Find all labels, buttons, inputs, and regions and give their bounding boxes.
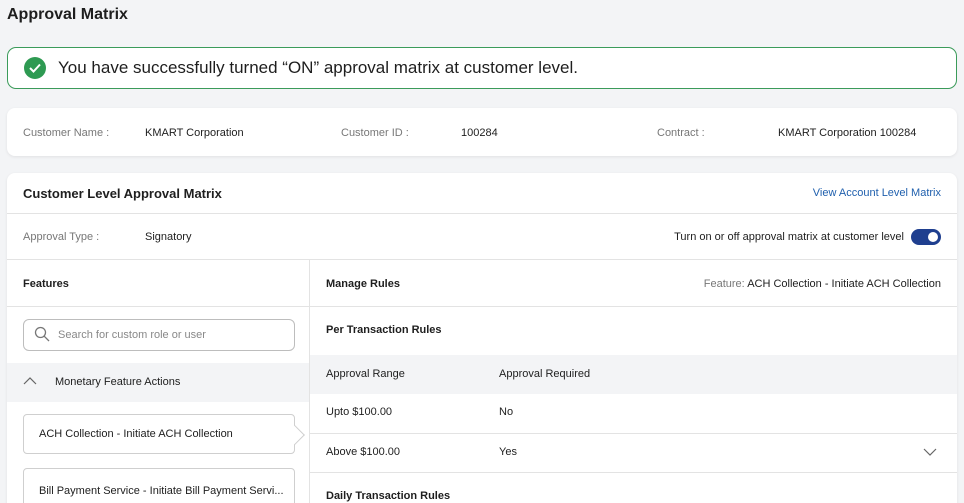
rule-required: No	[499, 406, 514, 418]
page-title: Approval Matrix	[7, 6, 128, 23]
feature-group-label: Monetary Feature Actions	[55, 376, 181, 388]
search-input[interactable]: Search for custom role or user	[23, 319, 295, 351]
contract-value: KMART Corporation 100284	[778, 127, 917, 139]
column-approval-range: Approval Range	[326, 368, 405, 380]
customer-id-value: 100284	[461, 127, 498, 139]
rule-range: Above $100.00	[326, 446, 401, 458]
approval-type-value: Signatory	[145, 231, 192, 243]
rule-required: Yes	[499, 446, 517, 458]
contract-label: Contract :	[657, 127, 705, 139]
feature-item-bill-payment[interactable]: Bill Payment Service - Initiate Bill Pay…	[23, 468, 295, 503]
toast-message: You have successfully turned “ON” approv…	[58, 58, 578, 77]
check-circle-icon	[24, 57, 46, 79]
rule-range: Upto $100.00	[326, 406, 393, 418]
rules-table-header: Approval Range Approval Required	[310, 355, 957, 394]
per-transaction-title: Per Transaction Rules	[326, 324, 442, 336]
chevron-down-icon[interactable]	[923, 448, 937, 460]
customer-id-label: Customer ID :	[341, 127, 409, 139]
customer-name-label: Customer Name :	[23, 127, 110, 139]
daily-transaction-title: Daily Transaction Rules	[326, 490, 451, 502]
approval-type-label: Approval Type :	[23, 231, 100, 243]
feature-item-label: ACH Collection - Initiate ACH Collection	[39, 428, 233, 440]
success-toast: You have successfully turned “ON” approv…	[7, 47, 957, 89]
column-approval-required: Approval Required	[499, 368, 591, 380]
features-header: Features	[23, 278, 69, 290]
search-placeholder: Search for custom role or user	[58, 329, 206, 341]
customer-info-card: Customer Name : KMART Corporation Custom…	[7, 108, 957, 156]
feature-item-label: Bill Payment Service - Initiate Bill Pay…	[39, 484, 284, 497]
customer-name-value: KMART Corporation	[145, 127, 244, 139]
feature-group-header[interactable]: Monetary Feature Actions	[7, 363, 309, 402]
feature-value: ACH Collection - Initiate ACH Collection	[747, 278, 941, 290]
feature-item-ach[interactable]: ACH Collection - Initiate ACH Collection	[23, 414, 305, 454]
approval-matrix-card: Customer Level Approval Matrix View Acco…	[7, 173, 957, 503]
toggle-label: Turn on or off approval matrix at custom…	[674, 231, 904, 243]
manage-rules-header: Manage Rules	[326, 278, 400, 290]
view-account-level-link[interactable]: View Account Level Matrix	[813, 187, 941, 199]
feature-label: Feature:	[703, 278, 745, 290]
chevron-up-icon	[23, 376, 37, 388]
approval-matrix-toggle[interactable]	[911, 229, 941, 245]
search-icon	[34, 326, 50, 345]
matrix-title: Customer Level Approval Matrix	[23, 186, 222, 201]
